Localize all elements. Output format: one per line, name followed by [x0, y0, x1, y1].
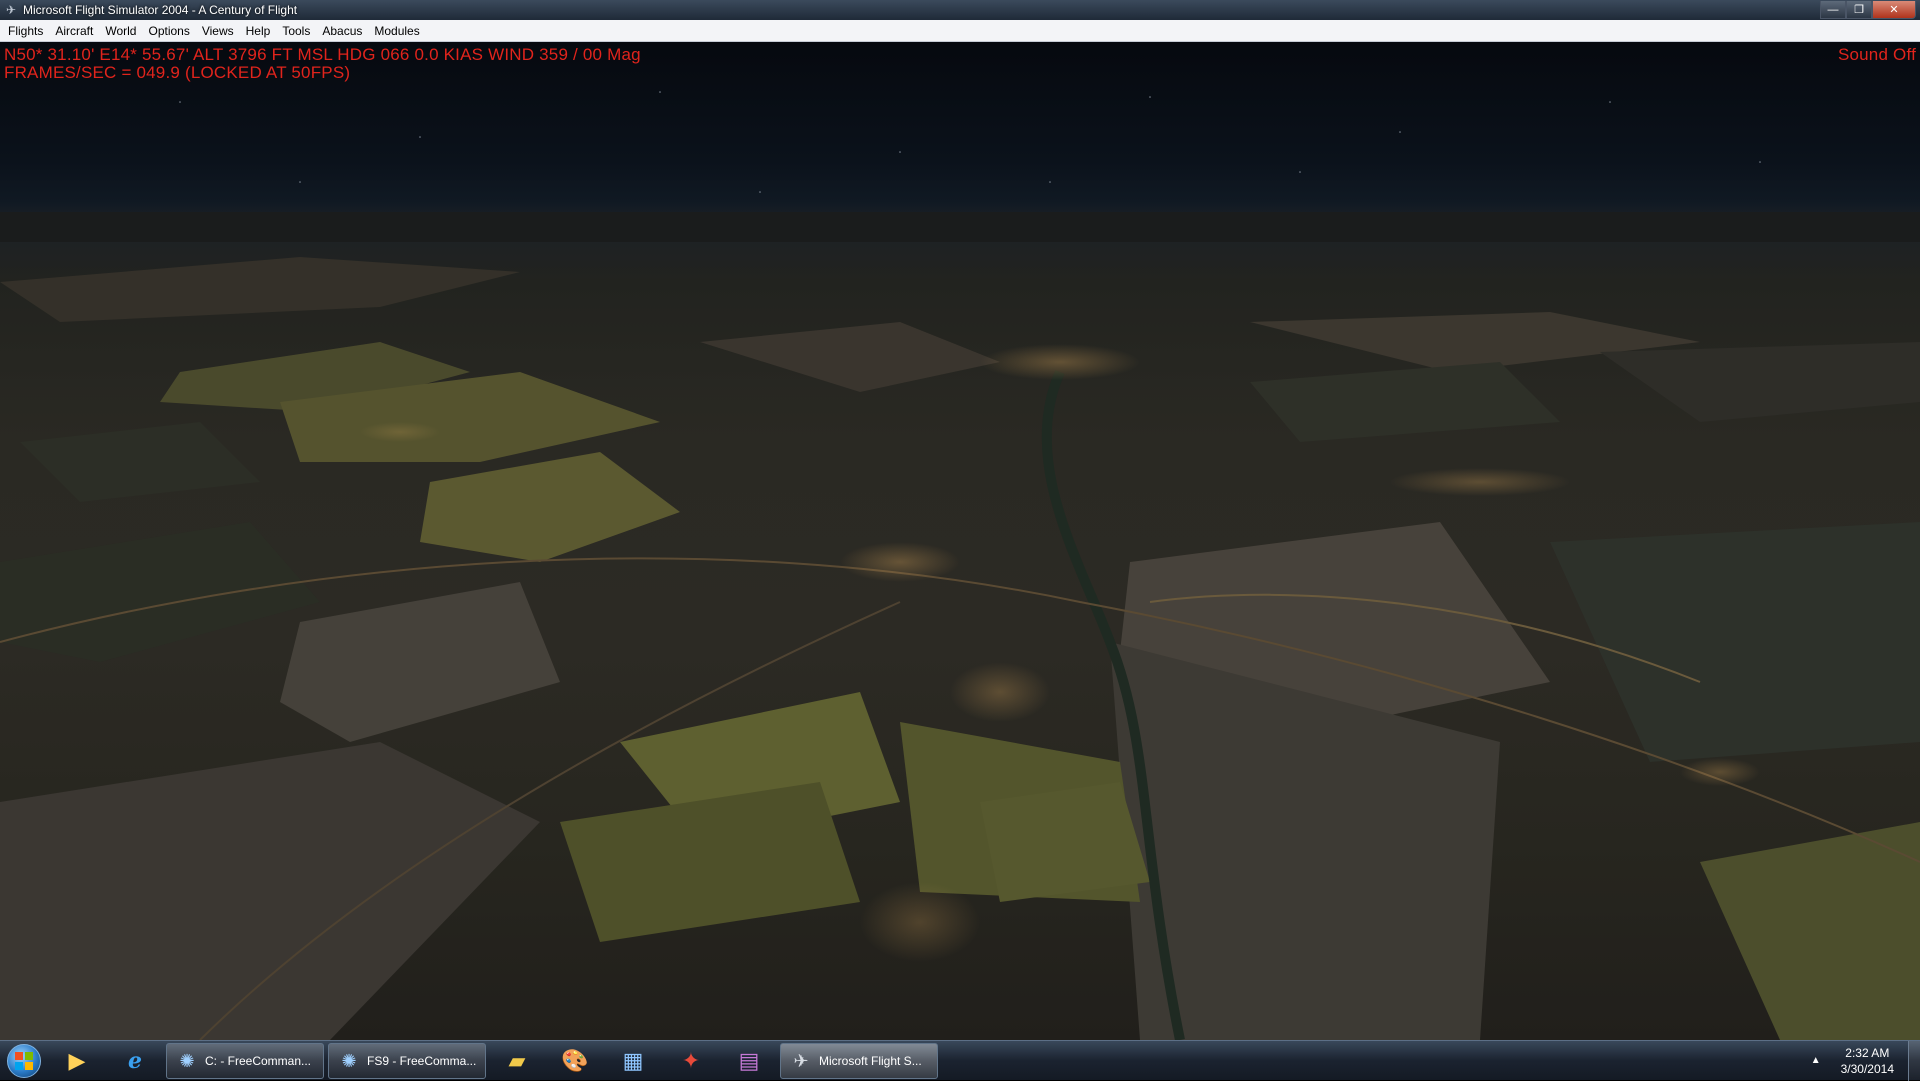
taskbar-item-label: C: - FreeComman...	[205, 1053, 312, 1068]
airplane-icon: ✈	[793, 1050, 809, 1071]
taskbar-item-freecommander-c[interactable]: ✺ C: - FreeComman...	[166, 1042, 324, 1079]
show-desktop-button[interactable]	[1908, 1040, 1920, 1081]
media-center-icon[interactable]: ✦	[662, 1042, 720, 1080]
menu-modules[interactable]: Modules	[368, 20, 425, 42]
menu-aircraft[interactable]: Aircraft	[49, 20, 99, 42]
minimize-button[interactable]: —	[1820, 1, 1846, 19]
hud-frame-rate: FRAMES/SEC = 049.9 (LOCKED AT 50FPS)	[4, 63, 351, 82]
clock[interactable]: 2:32 AM 3/30/2014	[1841, 1045, 1894, 1077]
horizon-haze	[0, 212, 1920, 242]
menu-flights[interactable]: Flights	[2, 20, 49, 42]
control-panel-icon[interactable]: ▦	[604, 1042, 662, 1080]
paint-icon[interactable]: 🎨	[546, 1042, 604, 1080]
taskbar-item-flight-simulator[interactable]: ✈ Microsoft Flight S...	[780, 1042, 938, 1079]
file-explorer-icon[interactable]: ▰	[488, 1042, 546, 1080]
media-player-icon[interactable]: ▶	[48, 1042, 106, 1080]
window-title: Microsoft Flight Simulator 2004 - A Cent…	[23, 3, 298, 17]
menu-abacus[interactable]: Abacus	[316, 20, 368, 42]
menu-views[interactable]: Views	[196, 20, 240, 42]
terrain-illustration	[0, 91, 1920, 1040]
taskbar-item-label: FS9 - FreeComma...	[367, 1053, 477, 1068]
clock-date: 3/30/2014	[1840, 1061, 1894, 1076]
windows-logo-icon	[7, 1043, 41, 1078]
taskbar: ▶ e ✺ C: - FreeComman... ✺ FS9 - FreeCom…	[0, 1040, 1920, 1081]
maximize-button[interactable]: ❐	[1846, 1, 1872, 19]
internet-explorer-icon[interactable]: e	[106, 1042, 164, 1080]
taskbar-item-freecommander-fs9[interactable]: ✺ FS9 - FreeComma...	[328, 1042, 486, 1079]
show-hidden-icons-icon[interactable]: ▲	[1811, 1055, 1821, 1066]
menu-tools[interactable]: Tools	[276, 20, 316, 42]
menu-bar: Flights Aircraft World Options Views Hel…	[0, 20, 1920, 42]
window-titlebar: ✈ Microsoft Flight Simulator 2004 - A Ce…	[0, 0, 1920, 20]
taskbar-item-label: Microsoft Flight S...	[819, 1053, 922, 1068]
freecommander-icon: ✺	[179, 1050, 195, 1071]
window-controls: — ❐ ✕	[1820, 1, 1916, 19]
clock-time: 2:32 AM	[1845, 1045, 1890, 1060]
freecommander-icon: ✺	[341, 1050, 357, 1071]
stars	[179, 91, 1761, 193]
airplane-icon: ✈	[5, 3, 17, 17]
menu-options[interactable]: Options	[142, 20, 195, 42]
flight-scene-viewport[interactable]: N50* 31.10' E14* 55.67' ALT 3796 FT MSL …	[0, 42, 1920, 1040]
menu-world[interactable]: World	[99, 20, 142, 42]
start-button[interactable]	[0, 1041, 48, 1081]
system-tray: ▲ 2:32 AM 3/30/2014	[1811, 1040, 1920, 1081]
hud-position-readout: N50* 31.10' E14* 55.67' ALT 3796 FT MSL …	[4, 45, 641, 64]
hud-sound-status: Sound Off	[1837, 45, 1916, 64]
menu-help[interactable]: Help	[240, 20, 277, 42]
winrar-icon[interactable]: ▤	[720, 1042, 778, 1080]
close-button[interactable]: ✕	[1872, 1, 1916, 19]
